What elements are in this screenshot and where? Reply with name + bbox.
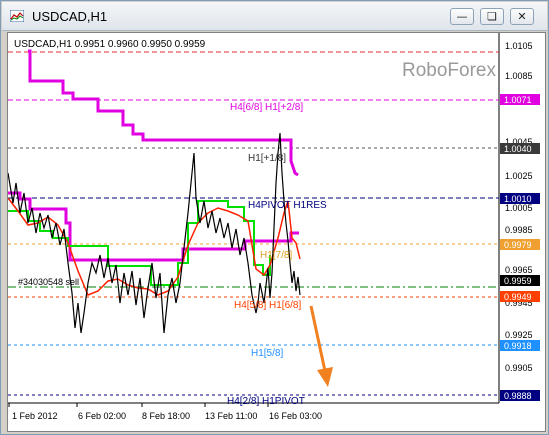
title-bar[interactable]: USDCAD,H1 — ❏ ✕ [2,2,547,31]
minimize-icon: — [456,10,468,23]
restore-icon: ❏ [487,10,497,23]
price-tag: 1.0040 [504,144,532,154]
price-tick: 1.0005 [505,203,533,213]
chart-app-icon [10,10,24,22]
price-tag: 0.9949 [504,292,532,302]
level-label-h1-pivot: H4[2/8] H1PIVOT [227,396,305,407]
price-tag: 0.9959 [504,276,532,286]
minimize-button[interactable]: — [450,8,474,25]
price-tag: 1.0010 [504,194,532,204]
level-label-h4-6-8: H4[6/8] H1[+2/8] [230,102,303,113]
order-label: #34030548 sell [18,277,79,287]
level-label-h1-7-8: H1[7/8] [260,250,292,261]
price-axis: 1.0105 1.0085 1.0045 1.0025 1.0005 0.998… [505,41,533,373]
close-button[interactable]: ✕ [510,8,534,25]
price-tag: 0.9888 [504,391,532,401]
level-label-h1-5-8: H1[5/8] [251,348,283,359]
time-label: 8 Feb 18:00 [142,411,190,421]
time-label: 16 Feb 03:00 [269,411,322,421]
level-label-h4-5-8: H4[5/8] H1[6/8] [234,300,301,311]
price-tag: 0.9979 [504,240,532,250]
price-tick: 0.9925 [505,330,533,340]
forecast-arrow-shaft [309,305,327,372]
price-tick: 0.9905 [505,363,533,373]
price-tick: 1.0025 [505,171,533,181]
watermark-logo: RoboForex [402,60,496,81]
time-label: 6 Feb 02:00 [78,411,126,421]
price-tick: 0.9985 [505,225,533,235]
chart-area[interactable]: USDCAD,H1 0.9951 0.9960 0.9950 0.9959 Ro… [7,32,546,432]
price-tag: 0.9918 [504,341,532,351]
restore-button[interactable]: ❏ [480,8,504,25]
chart-window: USDCAD,H1 — ❏ ✕ USDCAD,H1 0.9951 0.9960 … [0,0,549,435]
close-icon: ✕ [517,10,527,23]
price-tag: 1.0071 [504,95,532,105]
price-tick: 1.0085 [505,71,533,81]
price-tick: 0.9965 [505,265,533,275]
time-label: 1 Feb 2012 [12,411,58,421]
chart-canvas[interactable]: USDCAD,H1 0.9951 0.9960 0.9950 0.9959 Ro… [8,33,545,431]
time-label: 13 Feb 11:00 [205,411,257,421]
price-tick: 1.0105 [505,41,533,51]
level-label-h1-plus1-8: H1[+1/8] [248,153,286,164]
forecast-arrow-head [317,367,333,387]
window-title: USDCAD,H1 [32,9,108,24]
level-label-h4-pivot: H4PIVOT H1RES [248,200,327,211]
symbol-info: USDCAD,H1 0.9951 0.9960 0.9950 0.9959 [14,39,206,50]
